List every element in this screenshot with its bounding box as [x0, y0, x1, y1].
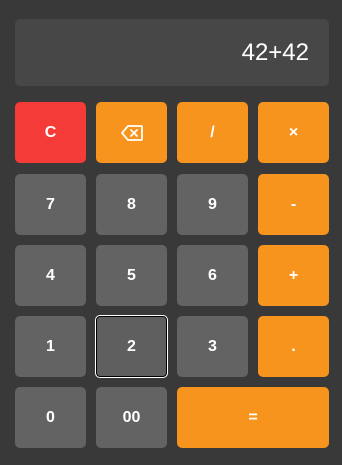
decimal-button[interactable]: .	[258, 316, 329, 377]
minus-button[interactable]: -	[258, 174, 329, 235]
digit-6-button[interactable]: 6	[177, 245, 248, 306]
digit-2-button[interactable]: 2	[95, 315, 168, 378]
digit-5-button[interactable]: 5	[96, 245, 167, 306]
double-zero-button[interactable]: 00	[96, 387, 167, 448]
digit-1-button[interactable]: 1	[15, 316, 86, 377]
digit-8-button[interactable]: 8	[96, 174, 167, 235]
equals-button[interactable]: =	[177, 387, 329, 448]
digit-9-button[interactable]: 9	[177, 174, 248, 235]
plus-button[interactable]: +	[258, 245, 329, 306]
display-panel: 42+42	[15, 19, 329, 86]
calculator: 42+42 C / × 7 8 9 - 4 5 6 + 1 2 3 . 0 00…	[0, 0, 342, 465]
multiply-button[interactable]: ×	[258, 102, 329, 163]
digit-0-button[interactable]: 0	[15, 387, 86, 448]
divide-button[interactable]: /	[177, 102, 248, 163]
display-value: 42+42	[241, 38, 309, 66]
backspace-icon	[120, 124, 143, 141]
digit-4-button[interactable]: 4	[15, 245, 86, 306]
digit-3-button[interactable]: 3	[177, 316, 248, 377]
backspace-button[interactable]	[96, 102, 167, 163]
clear-button[interactable]: C	[15, 102, 86, 163]
digit-7-button[interactable]: 7	[15, 174, 86, 235]
